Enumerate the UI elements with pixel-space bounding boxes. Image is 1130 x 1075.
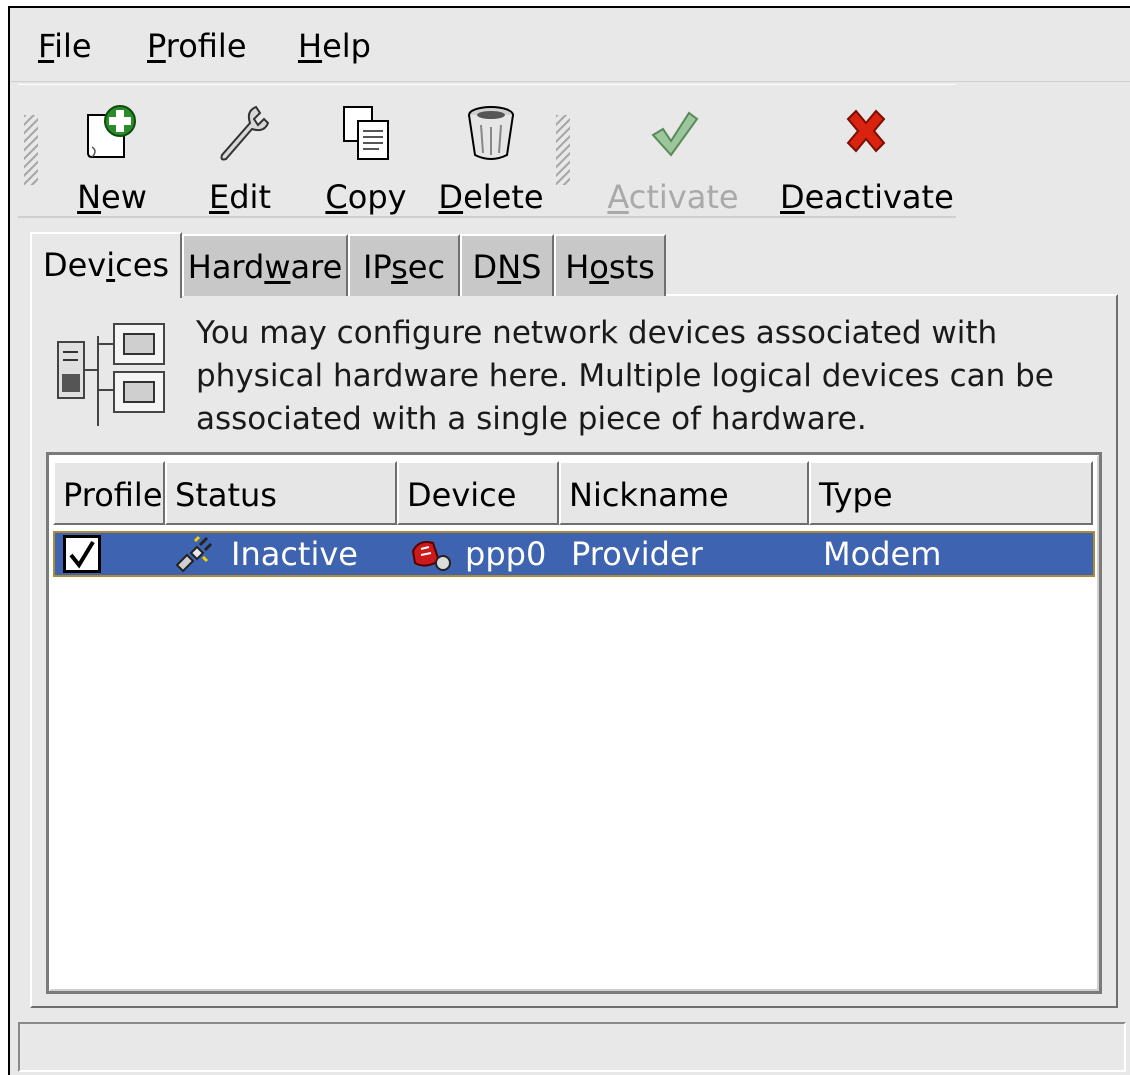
tab-ipsec[interactable]: IPsec <box>348 234 460 296</box>
column-header-status[interactable]: Status <box>165 461 397 525</box>
new-button-label: New <box>77 178 147 216</box>
checkmark-icon <box>69 540 95 569</box>
modem-device-icon <box>411 541 451 571</box>
row-device: ppp0 <box>465 535 547 573</box>
profile-checkbox[interactable] <box>63 535 101 573</box>
row-type: Modem <box>823 535 942 573</box>
row-nickname: Provider <box>571 535 703 573</box>
delete-button[interactable]: Delete <box>432 85 550 219</box>
activate-button-label: Activate <box>607 178 739 216</box>
toolbar-grip-handle-2[interactable] <box>556 115 570 185</box>
device-list[interactable]: Profile Status Device Nickname Type Inac… <box>46 452 1102 994</box>
column-header-profile[interactable]: Profile <box>53 461 165 525</box>
toolbar-grip-handle[interactable] <box>24 115 38 185</box>
checkmark-icon <box>651 111 699 157</box>
network-devices-icon <box>57 323 165 426</box>
copy-button[interactable]: Copy <box>314 85 418 219</box>
tab-devices[interactable]: Devices <box>30 232 182 298</box>
disconnected-plug-icon <box>175 535 213 573</box>
tab-dns[interactable]: DNS <box>460 234 554 296</box>
column-header-nickname[interactable]: Nickname <box>559 461 809 525</box>
menu-bar: File Profile Help <box>10 8 1130 82</box>
new-document-icon <box>87 105 136 158</box>
new-button[interactable]: New <box>66 85 158 219</box>
copy-icon <box>343 106 389 160</box>
wrench-icon <box>220 105 270 161</box>
edit-button[interactable]: Edit <box>194 85 286 219</box>
copy-button-label: Copy <box>325 178 407 216</box>
network-configuration-window: File Profile Help New Edit Copy Delete A… <box>8 6 1130 1075</box>
deactivate-button-label: Deactivate <box>780 178 954 216</box>
status-bar <box>18 1022 1126 1072</box>
menu-profile[interactable]: Profile <box>147 26 247 66</box>
trash-can-icon <box>468 106 514 160</box>
tab-hardware[interactable]: Hardware <box>182 234 348 296</box>
toolbar: New Edit Copy Delete Activate Deactivate <box>18 84 956 218</box>
devices-description: You may configure network devices associ… <box>196 315 1054 437</box>
deactivate-button[interactable]: Deactivate <box>780 85 954 219</box>
red-x-icon <box>846 109 886 153</box>
edit-button-label: Edit <box>209 178 271 216</box>
row-status: Inactive <box>231 535 358 573</box>
activate-button[interactable]: Activate <box>604 85 742 219</box>
tab-hosts[interactable]: Hosts <box>554 234 666 296</box>
menu-file[interactable]: File <box>38 26 92 66</box>
table-row[interactable]: Inactive ppp0 Provider Modem <box>53 531 1095 577</box>
menu-help[interactable]: Help <box>298 26 371 66</box>
column-header-type[interactable]: Type <box>809 461 1093 525</box>
delete-button-label: Delete <box>438 178 544 216</box>
column-header-device[interactable]: Device <box>397 461 559 525</box>
